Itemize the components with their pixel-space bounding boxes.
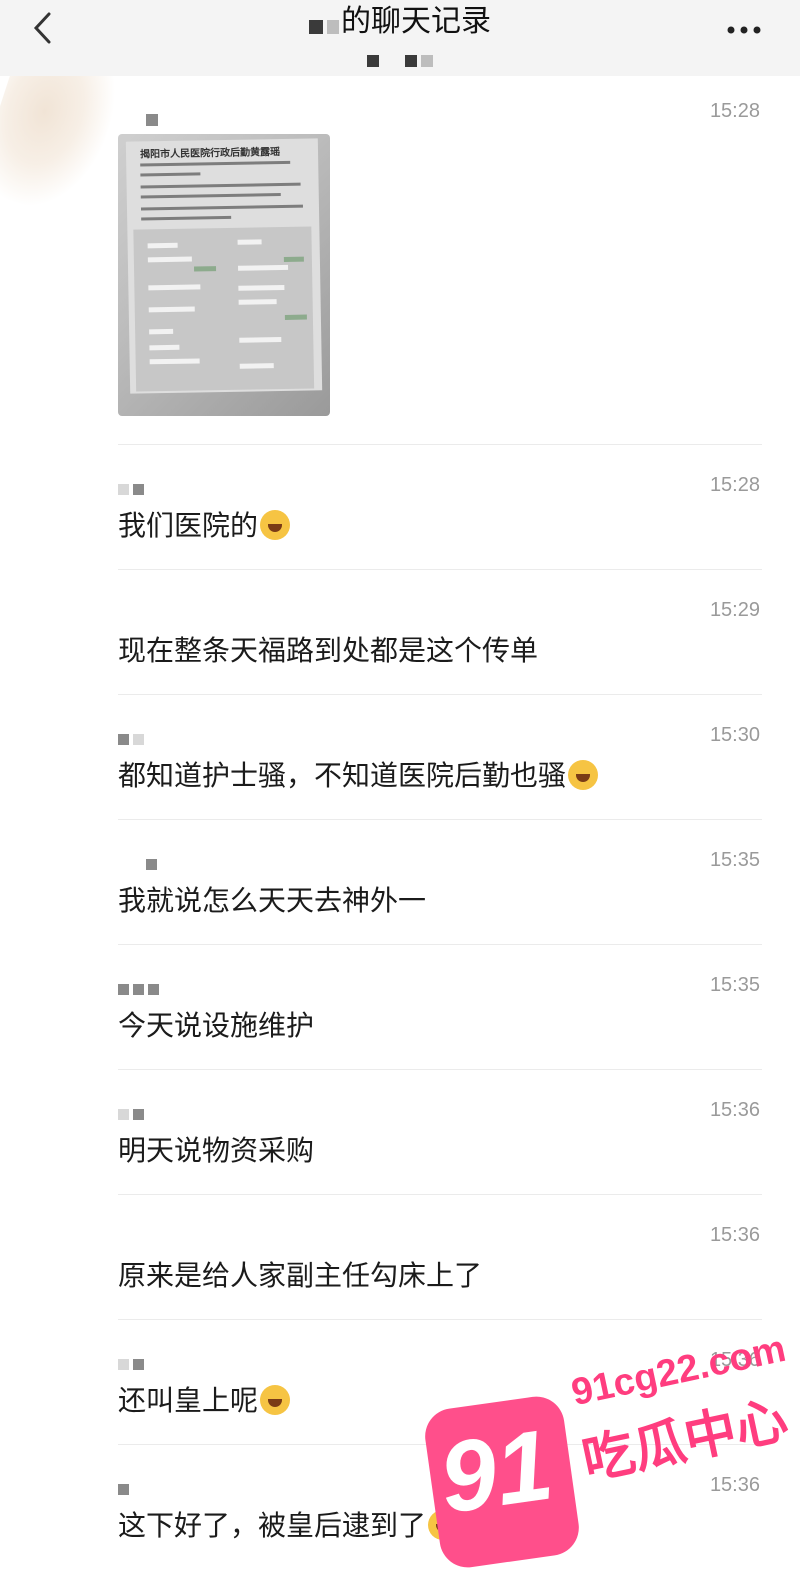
redacted-name [327,19,339,34]
message-text: 原来是给人家副主任勾床上了 [118,1259,483,1292]
message-text-row: 这下好了，被皇后逮到了 [118,1506,459,1546]
message-time: 15:29 [709,599,760,621]
message-time: 15:28 [709,100,760,122]
message-text: 还叫皇上呢 [118,1384,259,1417]
message-time: 15:28 [709,474,760,496]
title-area: 的聊天记录 [0,0,800,76]
chat-message: 15:36 还叫皇上呢 [118,1319,762,1445]
message-text: 我就说怎么天天去神外一 [118,884,427,917]
message-text-row: 原来是给人家副主任勾床上了 [118,1256,482,1296]
chat-message: 15:28 我们医院的 [118,444,762,570]
chat-message: 15:29 现在整条天福路到处都是这个传单 [118,569,762,695]
flyer-title: 揭阳市人民医院行政后勤黄露瑶 [139,147,281,161]
crying-laughing-emoji-icon [428,1510,459,1540]
redacted-sender [118,480,148,495]
message-text-row: 还叫皇上呢 [118,1381,291,1421]
flyer-chat-screenshot [133,226,315,392]
message-text-row: 现在整条天福路到处都是这个传单 [118,631,538,671]
message-text: 我们医院的 [118,509,259,542]
message-text-row: 今天说设施维护 [118,1006,314,1046]
message-text: 明天说物资采购 [118,1134,315,1167]
message-time: 15:30 [709,724,760,746]
hand-over-mouth-emoji-icon [568,760,599,790]
chat-message: 15:35 今天说设施维护 [118,944,762,1070]
top-bar: 的聊天记录 [0,0,800,76]
crying-laughing-emoji-icon [260,510,291,540]
message-time: 15:36 [709,1474,760,1496]
message-text: 都知道护士骚，不知道医院后勤也骚 [118,759,567,792]
message-text-row: 我就说怎么天天去神外一 [118,881,426,921]
message-time: 15:36 [709,1099,760,1121]
chat-message: 15:30 都知道护士骚，不知道医院后勤也骚 [118,694,762,820]
redacted-sender [118,1355,148,1370]
message-text-row: 都知道护士骚，不知道医院后勤也骚 [118,756,599,796]
message-time: 15:35 [709,974,760,996]
chat-message: 15:36 明天说物资采购 [118,1069,762,1195]
message-time: 15:36 [709,1349,760,1371]
message-text: 这下好了，被皇后逮到了 [118,1509,427,1542]
message-text: 现在整条天福路到处都是这个传单 [118,634,539,667]
message-time: 15:36 [709,1224,760,1246]
message-text-row: 我们医院的 [118,506,291,546]
more-button[interactable] [722,10,766,50]
flyer-paper: 揭阳市人民医院行政后勤黄露瑶 [125,138,323,394]
redacted-sender [146,855,161,870]
message-time: 15:35 [709,849,760,871]
chat-message: 15:36 这下好了，被皇后逮到了 [118,1444,762,1569]
redacted-name [309,19,323,34]
redacted-subtitle [0,50,800,67]
redacted-sender [146,114,158,126]
redacted-sender [118,980,163,995]
more-horizontal-icon [727,26,761,34]
redacted-sender [118,730,148,745]
crying-laughing-emoji-icon [260,1385,291,1415]
message-text-row: 明天说物资采购 [118,1131,314,1171]
message-text: 今天说设施维护 [118,1009,315,1042]
redacted-sender [118,1480,133,1495]
chat-message: 15:35 我就说怎么天天去神外一 [118,819,762,945]
redacted-sender [118,1105,148,1120]
image-message: 15:28 揭阳市人民医院行政后勤黄露瑶 [118,96,762,445]
page-title: 的聊天记录 [341,4,491,39]
flyer-photo[interactable]: 揭阳市人民医院行政后勤黄露瑶 [118,134,330,416]
chat-message: 15:36 原来是给人家副主任勾床上了 [118,1194,762,1320]
